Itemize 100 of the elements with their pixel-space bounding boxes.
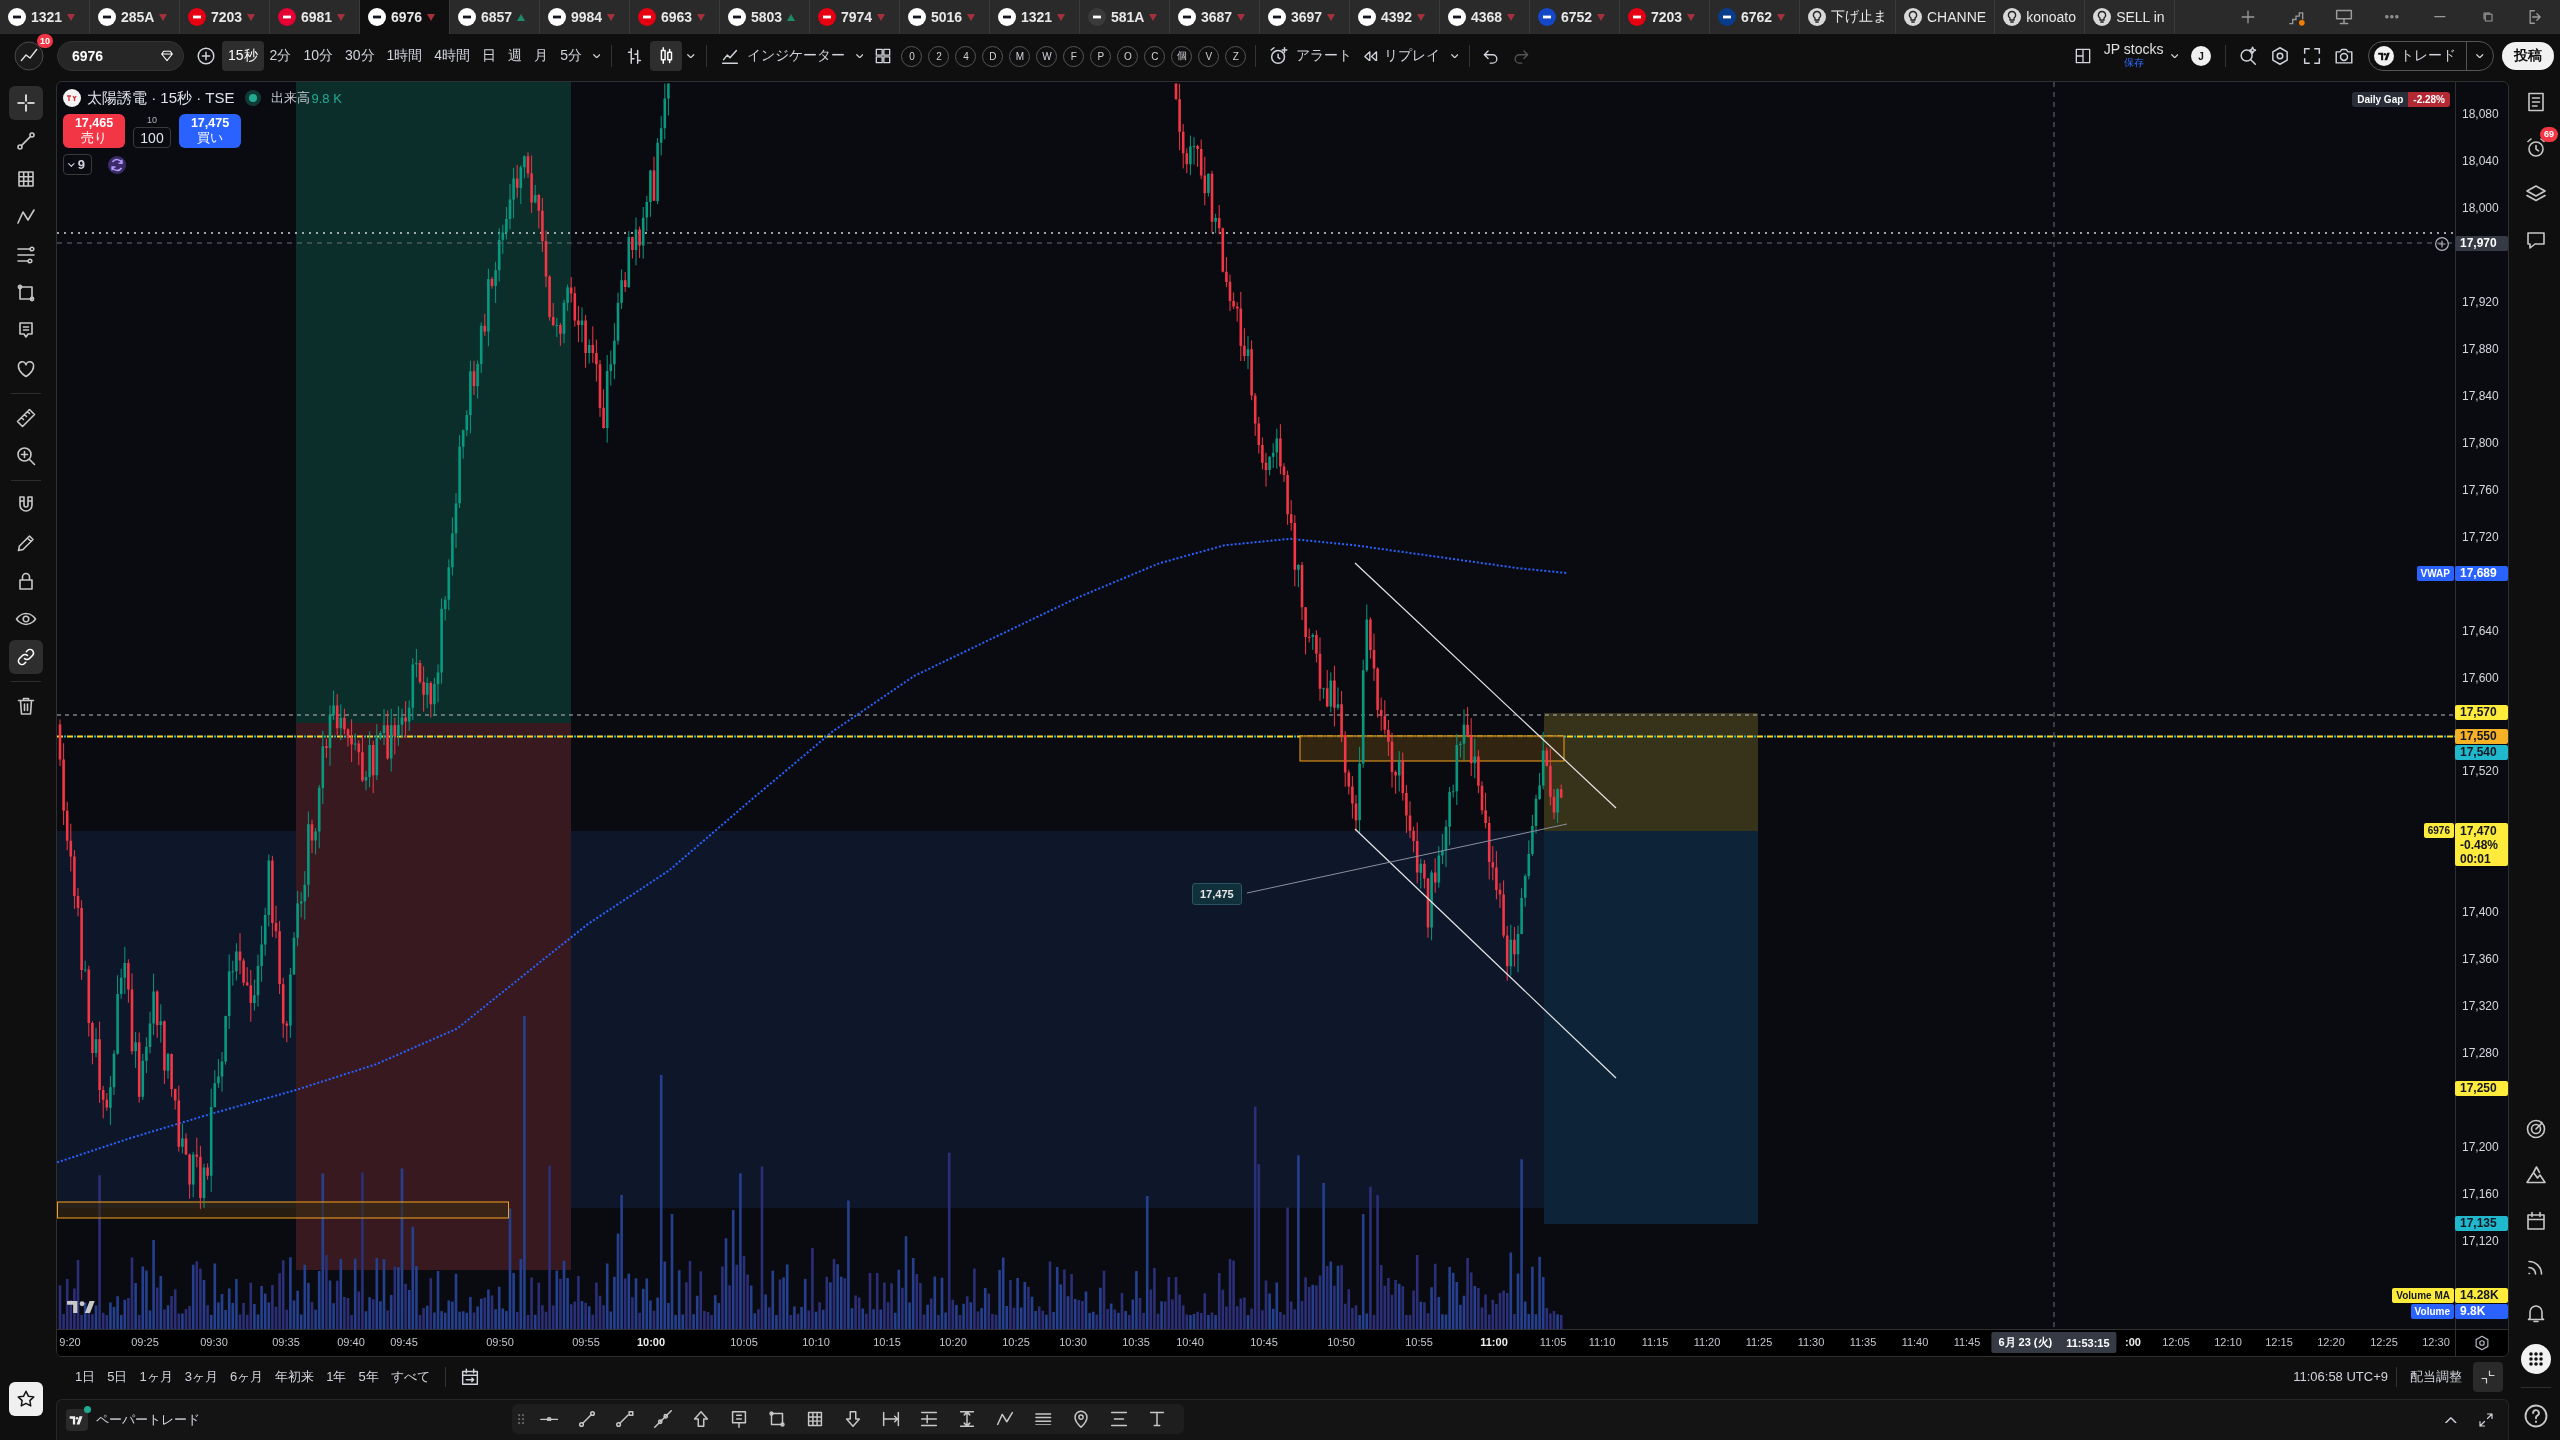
- time-axis-label: 10:50: [1327, 1336, 1355, 1349]
- time-axis-label: 12:15: [2265, 1336, 2293, 1349]
- time-axis-label: 11:40: [1901, 1336, 1929, 1349]
- range-button[interactable]: 年初来: [270, 1363, 320, 1390]
- time-axis-label: 10:30: [1059, 1336, 1087, 1349]
- favorites-button[interactable]: [9, 1382, 43, 1416]
- star-icon: [15, 1388, 37, 1410]
- time-axis-label: 11:25: [1745, 1336, 1773, 1349]
- collapse-icon: [2479, 1367, 2497, 1386]
- time-axis-label: 11:30: [1797, 1336, 1825, 1349]
- time-axis-label: 09:50: [486, 1336, 514, 1349]
- daily-gap-value: -2.28%: [2408, 92, 2450, 107]
- symbol-tab[interactable]: 6976: [360, 0, 450, 34]
- rewind-icon: [1364, 50, 1378, 62]
- panel-tab[interactable]: ペーパートレード: [96, 1411, 200, 1429]
- target-icon: [2524, 1117, 2548, 1141]
- price-axis-label: 17,880: [2462, 340, 2499, 357]
- publish-button[interactable]: 投稿: [2502, 42, 2554, 70]
- collapse-panel-button[interactable]: [2473, 1361, 2503, 1392]
- price-line-label: 17,540: [2455, 744, 2508, 760]
- price-line-label: 17,250: [2455, 1080, 2508, 1096]
- adjustment-button[interactable]: 配当調整: [2405, 1363, 2467, 1390]
- horizontal-line-icon: [540, 1416, 559, 1422]
- range-button[interactable]: 1日: [70, 1363, 101, 1390]
- link-tool-button[interactable]: [9, 640, 43, 674]
- price-axis-label: 17,840: [2462, 387, 2499, 404]
- time-axis-label: 11:00: [1480, 1336, 1508, 1349]
- time-axis-label: 11:20: [1693, 1336, 1721, 1349]
- range-button[interactable]: 5日: [102, 1363, 133, 1390]
- range-button[interactable]: 3ヶ月: [179, 1363, 223, 1390]
- price-axis-label: 17,200: [2462, 1139, 2499, 1156]
- gem-icon: [159, 48, 175, 64]
- chevron-up-icon: [2445, 1416, 2457, 1424]
- interval-button[interactable]: 30分: [338, 41, 381, 71]
- daily-gap-label: Daily Gap: [2352, 92, 2409, 107]
- add-alert-button[interactable]: [2433, 234, 2451, 253]
- interval-button[interactable]: 4時間: [428, 41, 477, 71]
- sparkle-search-icon: [2237, 45, 2259, 67]
- interval-button[interactable]: 10分: [297, 41, 339, 71]
- sync-icon[interactable]: [107, 155, 126, 174]
- interval-button[interactable]: 2分: [263, 41, 298, 71]
- caret-icon: [687, 53, 695, 59]
- range-button[interactable]: 1年: [321, 1363, 352, 1390]
- info-line-icon: [614, 1408, 637, 1430]
- replay-button[interactable]: リプレイ: [1358, 41, 1446, 71]
- price-axis-label: 17,120: [2462, 1233, 2499, 1250]
- ruler-icon: [14, 406, 38, 430]
- apps-grid-icon: [2521, 1344, 2551, 1374]
- volume-value-label: 14.28K: [2455, 1288, 2508, 1303]
- alert-button[interactable]: アラート: [1262, 41, 1359, 71]
- crosshair-icon: [14, 91, 38, 115]
- drawing-price-label: 17,475: [1192, 883, 1242, 905]
- candlestick-style-button[interactable]: [650, 41, 683, 71]
- time-axis-label: 10:40: [1176, 1336, 1204, 1349]
- apps-button[interactable]: [2518, 1341, 2554, 1377]
- trend-line-icon: [14, 129, 38, 153]
- time-axis-label: 09:45: [390, 1336, 418, 1349]
- ellipsis-icon: [2385, 15, 2399, 19]
- time-axis-label: 09:35: [272, 1336, 300, 1349]
- caret-icon: [1450, 53, 1459, 59]
- sell-button[interactable]: 17,465 売り: [63, 114, 125, 148]
- interval-button[interactable]: 日: [476, 41, 503, 71]
- symbol-search-field[interactable]: 6976: [57, 41, 184, 71]
- trade-button[interactable]: トレード: [2369, 42, 2466, 70]
- indicator-list-toggle[interactable]: 9: [63, 154, 92, 175]
- indicators-button[interactable]: インジケーター: [712, 41, 851, 71]
- drag-handle-icon: [518, 1413, 525, 1425]
- time-axis-label: 10:55: [1405, 1336, 1433, 1349]
- range-button[interactable]: 5年: [353, 1363, 384, 1390]
- symbol-tag: 6976: [2423, 822, 2454, 838]
- price-axis-label: 18,000: [2462, 199, 2499, 216]
- interval-button[interactable]: 1時間: [380, 41, 429, 71]
- user-avatar[interactable]: J: [2191, 46, 2211, 66]
- price-axis-label: 17,920: [2462, 293, 2499, 310]
- price-axis-label: 17,280: [2462, 1045, 2499, 1062]
- range-button[interactable]: 1ヶ月: [134, 1363, 178, 1390]
- notification-badge: 10: [37, 34, 53, 48]
- price-axis-label: 17,800: [2462, 434, 2499, 451]
- price-axis-label: 17,400: [2462, 904, 2499, 921]
- range-button[interactable]: 6ヶ月: [224, 1363, 269, 1390]
- clock-label: 11:06:58 UTC+9: [2293, 1369, 2388, 1384]
- plus-circle-icon: [195, 45, 217, 67]
- scale-settings-button[interactable]: [2473, 1334, 2491, 1352]
- interval-button[interactable]: 5分: [554, 41, 588, 71]
- buy-button[interactable]: 17,475 買い: [179, 114, 241, 148]
- crosshair-tool-button[interactable]: [9, 86, 43, 120]
- layout-name-button[interactable]: JP stocks 保存: [2097, 42, 2166, 70]
- symbol-title: 太陽誘電 · 15秒 · TSE: [87, 88, 235, 108]
- minimize-icon: [2434, 15, 2446, 19]
- interval-button[interactable]: 15秒: [222, 41, 264, 71]
- range-button[interactable]: すべて: [385, 1363, 435, 1390]
- interval-button[interactable]: 週: [502, 41, 529, 71]
- interval-button[interactable]: 月: [528, 41, 555, 71]
- alerts-badge: 69: [2540, 127, 2558, 142]
- time-axis-label: 10:00: [636, 1336, 666, 1349]
- price-axis-label: 18,040: [2462, 152, 2499, 169]
- quantity-field[interactable]: 100: [133, 127, 171, 148]
- fullscreen-icon: [2301, 45, 2323, 67]
- lightbulb-icon: [2003, 8, 2022, 26]
- plus-circle-icon: [2433, 234, 2451, 253]
